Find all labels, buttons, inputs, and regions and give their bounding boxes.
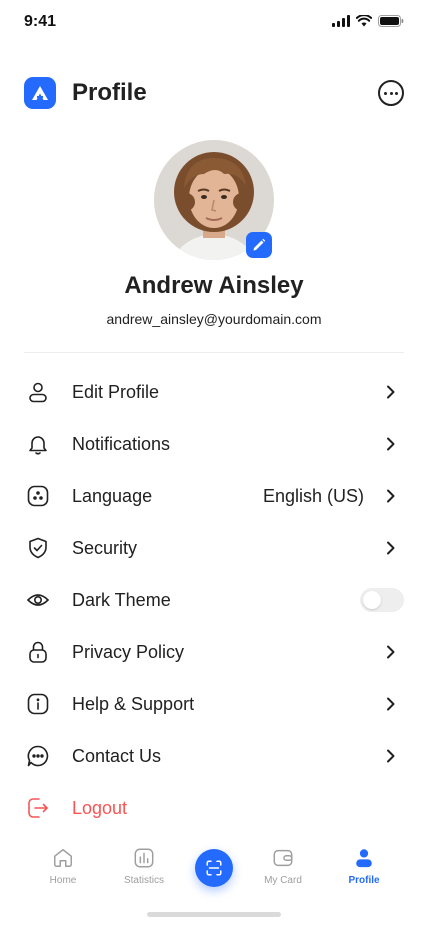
chat-icon: [24, 742, 52, 770]
info-icon: [24, 690, 52, 718]
scan-icon: [206, 860, 222, 876]
more-icon-dot: [389, 91, 393, 95]
menu-item-language[interactable]: Language English (US): [24, 470, 404, 522]
divider: [24, 352, 404, 353]
nav-home[interactable]: Home: [23, 846, 103, 886]
dark-theme-toggle[interactable]: [360, 588, 404, 612]
menu-label: Contact Us: [72, 745, 162, 766]
menu-label: Edit Profile: [72, 381, 160, 402]
pencil-icon: [253, 238, 266, 251]
nav-label: Statistics: [123, 875, 164, 886]
nav-label: Home: [49, 875, 77, 886]
menu-label: Logout: [72, 797, 128, 818]
settings-menu: Edit Profile Notifications Language Engl…: [24, 366, 404, 834]
chevron-right-icon: [382, 487, 400, 505]
menu-item-contact-us[interactable]: Contact Us: [24, 730, 404, 782]
avatar-container: [154, 140, 274, 260]
scan-button[interactable]: [195, 849, 233, 887]
user-email: andrew_ainsley@yourdomain.com: [106, 311, 322, 327]
bell-icon: [24, 430, 52, 458]
wallet-icon: [271, 846, 295, 870]
chevron-right-icon: [382, 435, 400, 453]
menu-item-help-support[interactable]: Help & Support: [24, 678, 404, 730]
shield-icon: [24, 534, 52, 562]
chevron-right-icon: [382, 643, 400, 661]
status-icons: [332, 15, 404, 27]
language-icon: [24, 482, 52, 510]
menu-item-notifications[interactable]: Notifications: [24, 418, 404, 470]
toggle-knob: [363, 591, 381, 609]
status-bar: 9:41: [0, 0, 428, 44]
home-indicator: [147, 912, 281, 917]
chevron-right-icon: [382, 539, 400, 557]
more-icon-dot: [395, 91, 398, 95]
menu-label: Language: [72, 485, 153, 506]
chevron-right-icon: [382, 695, 400, 713]
home-icon: [51, 846, 75, 870]
menu-label: Notifications: [72, 433, 171, 454]
signal-icon: [332, 15, 350, 27]
menu-label: Dark Theme: [72, 589, 171, 610]
wifi-icon: [356, 15, 372, 27]
battery-icon: [378, 15, 404, 27]
eye-icon: [24, 586, 52, 614]
more-icon-dot: [384, 91, 387, 95]
status-time: 9:41: [24, 13, 57, 30]
lock-icon: [24, 638, 52, 666]
logout-icon: [24, 794, 52, 822]
menu-label: Privacy Policy: [72, 641, 185, 662]
chevron-right-icon: [382, 747, 400, 765]
menu-item-dark-theme: Dark Theme: [24, 574, 404, 626]
nav-statistics[interactable]: Statistics: [104, 846, 184, 886]
menu-item-security[interactable]: Security: [24, 522, 404, 574]
logo-icon: [24, 77, 56, 109]
app-header: Profile: [24, 76, 404, 110]
edit-avatar-button[interactable]: [246, 232, 272, 258]
chart-icon: [132, 846, 156, 870]
menu-item-logout[interactable]: Logout: [24, 782, 404, 834]
menu-label: Help & Support: [72, 693, 195, 714]
bottom-nav: Home Statistics My Card Profile: [0, 840, 428, 896]
nav-my-card[interactable]: My Card: [243, 846, 323, 886]
chevron-right-icon: [382, 383, 400, 401]
nav-label: Profile: [348, 875, 380, 886]
nav-label: My Card: [264, 875, 302, 886]
menu-item-edit-profile[interactable]: Edit Profile: [24, 366, 404, 418]
menu-label: Security: [72, 537, 138, 558]
more-options-button[interactable]: [378, 80, 404, 106]
menu-item-privacy-policy[interactable]: Privacy Policy: [24, 626, 404, 678]
user-name: Andrew Ainsley: [124, 272, 304, 299]
language-value: English (US): [262, 485, 364, 506]
page-title: Profile: [72, 79, 147, 106]
user-icon: [352, 846, 376, 870]
user-icon: [24, 378, 52, 406]
nav-profile[interactable]: Profile: [324, 846, 404, 886]
